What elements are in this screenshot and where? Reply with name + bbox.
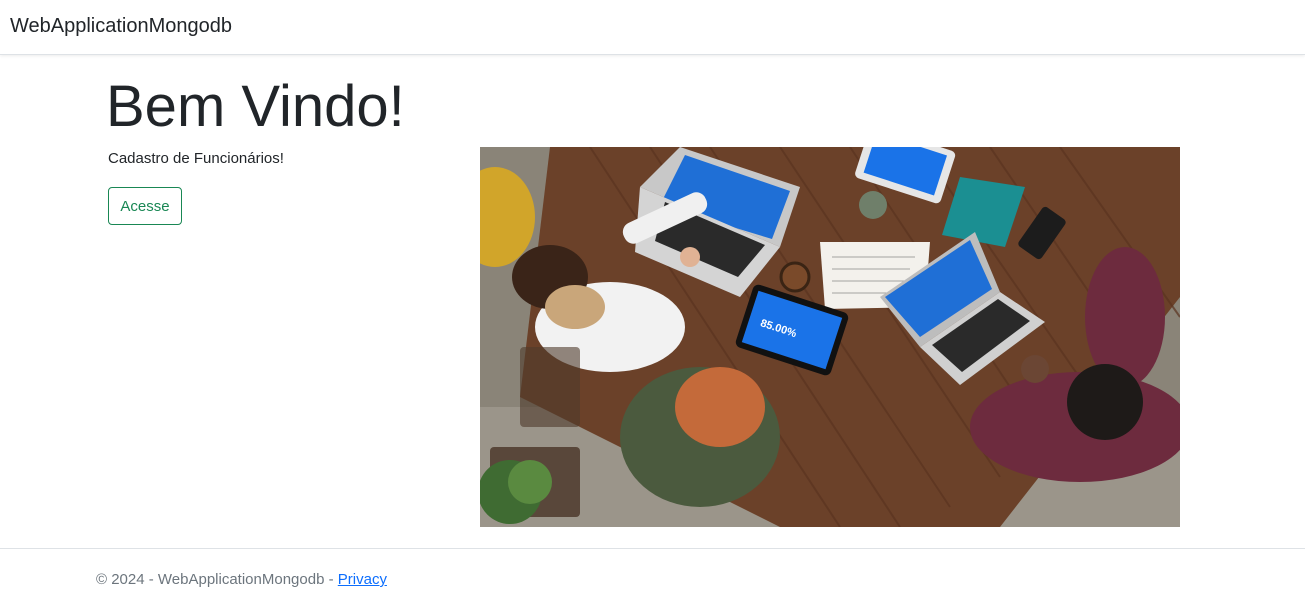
footer-copyright: © 2024 - WebApplicationMongodb - Privacy	[96, 571, 387, 588]
page-title: Bem Vindo!	[106, 74, 405, 139]
page-subtitle: Cadastro de Funcionários!	[108, 150, 284, 167]
footer: © 2024 - WebApplicationMongodb - Privacy	[0, 548, 1305, 605]
acesse-button[interactable]: Acesse	[108, 187, 182, 225]
navbar-brand[interactable]: WebApplicationMongodb	[10, 15, 232, 38]
footer-copyright-text: © 2024 - WebApplicationMongodb -	[96, 571, 338, 588]
navbar: WebApplicationMongodb	[0, 0, 1305, 55]
privacy-link[interactable]: Privacy	[338, 571, 387, 588]
team-meeting-image: 85.00%	[480, 147, 1180, 527]
